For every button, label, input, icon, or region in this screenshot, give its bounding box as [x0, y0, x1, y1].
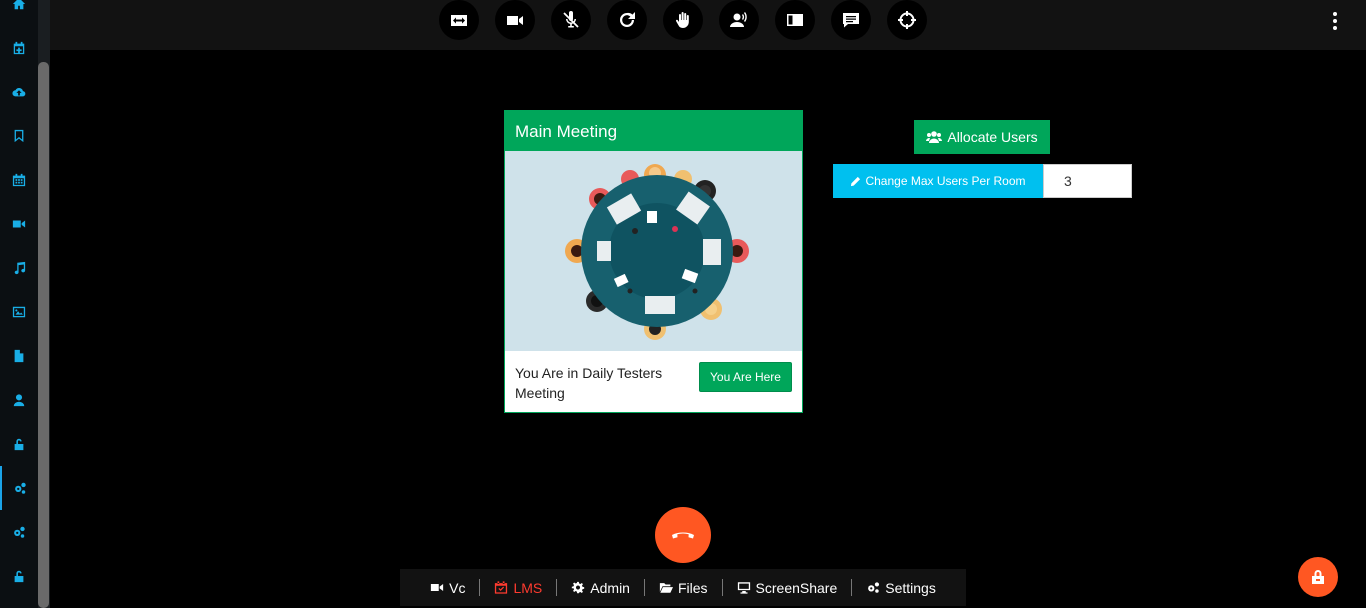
speaker-user-button[interactable] [719, 0, 759, 40]
refresh-icon [620, 12, 635, 27]
file-icon [14, 349, 24, 363]
sidebar-item-image[interactable] [0, 290, 38, 334]
crosshair-icon [898, 11, 916, 29]
sidebar-icons [0, 0, 38, 608]
nav-item-settings[interactable]: Settings [852, 579, 950, 596]
microphone-muted-icon [563, 11, 579, 28]
home-icon [12, 0, 26, 10]
nav-item-label: LMS [513, 579, 543, 596]
meeting-status-text: You Are in Daily Testers Meeting [515, 365, 663, 401]
chat-button[interactable] [831, 0, 871, 40]
card-title: Main Meeting [505, 111, 802, 151]
gear-icon [572, 581, 585, 594]
nav-item-admin[interactable]: Admin [557, 579, 645, 596]
chat-icon [843, 13, 859, 28]
nav-item-label: ScreenShare [755, 579, 838, 596]
kebab-dot [1333, 18, 1337, 23]
sidebar-item-calendar-plus[interactable] [0, 26, 38, 70]
nav-item-label: Admin [590, 579, 630, 596]
allocate-users-label: Allocate Users [947, 129, 1038, 145]
nav-item-label: Files [677, 579, 708, 596]
change-max-users-label: Change Max Users Per Room [865, 174, 1026, 188]
cogs-icon [15, 482, 26, 494]
crosshair-button[interactable] [887, 0, 927, 40]
refresh-button[interactable] [607, 0, 647, 40]
bookmark-icon [14, 129, 24, 143]
sidebar-item-music[interactable] [0, 246, 38, 290]
video-camera-icon [507, 16, 523, 25]
calendar-plus-icon [13, 41, 25, 55]
raise-hand-icon [675, 12, 689, 28]
unlock-icon [14, 570, 24, 583]
kebab-dot [1333, 26, 1337, 31]
meeting-illustration [505, 151, 802, 351]
phone-hangup-icon [672, 532, 694, 539]
sidebar-item-user[interactable] [0, 378, 38, 422]
app-root: Main Meeting You Are in Daily Testers Me… [0, 0, 1366, 608]
calendar-icon [12, 173, 26, 187]
video-camera-icon [431, 584, 444, 591]
video-camera-icon [12, 220, 26, 228]
picture-in-picture-button[interactable] [775, 0, 815, 40]
nav-item-label: Settings [885, 579, 936, 596]
switch-camera-icon [451, 15, 467, 26]
speaker-user-icon [730, 12, 747, 27]
switch-camera-button[interactable] [439, 0, 479, 40]
sidebar-scrollbar-thumb[interactable] [38, 62, 49, 608]
calendar-check-icon [495, 581, 508, 594]
sidebar-item-bookmark[interactable] [0, 114, 38, 158]
card-footer: You Are in Daily Testers Meeting You Are… [505, 351, 802, 412]
video-toggle-button[interactable] [495, 0, 535, 40]
sidebar-item-unlock-2[interactable] [0, 554, 38, 598]
lock-chat-icon [1312, 570, 1324, 584]
allocate-users-button[interactable]: Allocate Users [914, 120, 1050, 154]
sidebar-item-upload[interactable] [0, 70, 38, 114]
nav-item-vc[interactable]: Vc [416, 579, 481, 596]
music-icon [14, 261, 26, 275]
users-icon [926, 131, 943, 143]
nav-item-label: Vc [449, 579, 466, 596]
cloud-upload-icon [12, 87, 26, 97]
bottom-navigation: Vc LMS Admin Files ScreenShare Settings [400, 569, 966, 606]
sidebar-item-cogs-active[interactable] [0, 466, 38, 510]
mic-toggle-button[interactable] [551, 0, 591, 40]
you-are-here-button[interactable]: You Are Here [699, 362, 792, 392]
nav-item-screenshare[interactable]: ScreenShare [723, 579, 853, 596]
sidebar-item-unlock[interactable] [0, 422, 38, 466]
pencil-icon [851, 176, 861, 186]
sidebar-item-video[interactable] [0, 202, 38, 246]
cogs-icon [14, 526, 25, 538]
meeting-table-illustration [565, 164, 749, 340]
kebab-dot [1333, 11, 1337, 16]
sidebar-item-file[interactable] [0, 334, 38, 378]
image-icon [12, 306, 26, 318]
raise-hand-button[interactable] [663, 0, 703, 40]
max-users-per-room-input[interactable] [1043, 164, 1132, 198]
nav-item-files[interactable]: Files [645, 579, 723, 596]
folder-open-icon [659, 583, 673, 593]
sidebar-item-home[interactable] [0, 0, 38, 26]
picture-in-picture-icon [787, 14, 803, 26]
cogs-icon [868, 582, 880, 593]
more-options-button[interactable] [1328, 10, 1342, 32]
change-max-users-button[interactable]: Change Max Users Per Room [833, 164, 1043, 198]
user-icon [13, 394, 25, 407]
main-meeting-card: Main Meeting You Are in Daily Testers Me… [504, 110, 803, 413]
top-toolbar [50, 0, 1366, 50]
floating-action-button[interactable] [1298, 557, 1338, 597]
monitor-icon [737, 582, 750, 594]
unlock-icon [14, 438, 24, 451]
nav-item-lms[interactable]: LMS [480, 579, 558, 596]
sidebar-item-cogs[interactable] [0, 510, 38, 554]
sidebar-item-calendar[interactable] [0, 158, 38, 202]
hangup-button[interactable] [655, 507, 711, 563]
sidebar [0, 0, 50, 608]
